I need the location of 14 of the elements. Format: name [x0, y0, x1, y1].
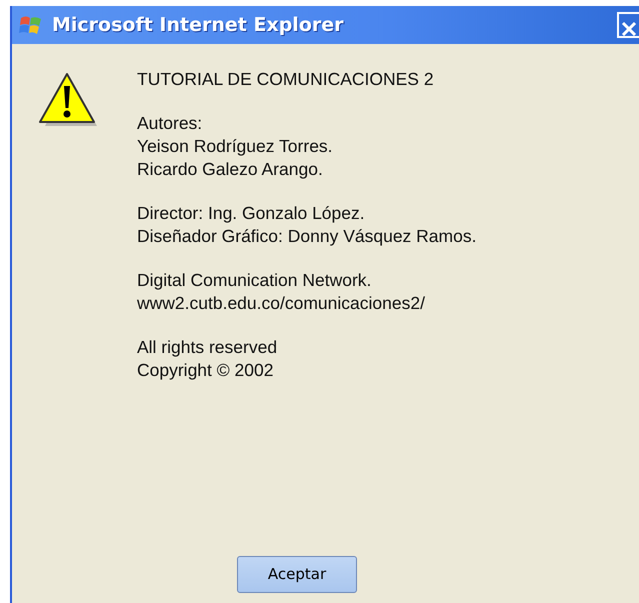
message-line: Director: Ing. Gonzalo López. [137, 202, 366, 225]
message-line: www2.cutb.edu.co/comunicaciones2/ [137, 292, 426, 315]
close-button[interactable] [617, 12, 639, 38]
window-title: Microsoft Internet Explorer [52, 12, 344, 38]
message-line: Copyright © 2002 [137, 359, 274, 382]
message-line: Ricardo Galezo Arango. [137, 158, 324, 181]
message-line: Digital Comunication Network. [137, 269, 372, 292]
windows-logo-icon [18, 14, 44, 36]
message-line: Yeison Rodríguez Torres. [137, 135, 334, 158]
message-line: Diseñador Gráfico: Donny Vásquez Ramos. [137, 225, 476, 248]
message-heading: TUTORIAL DE COMUNICACIONES 2 [137, 68, 435, 91]
accept-button[interactable]: Aceptar [237, 556, 357, 593]
message-line: Autores: [137, 112, 204, 135]
message-line: All rights reserved [137, 336, 278, 359]
